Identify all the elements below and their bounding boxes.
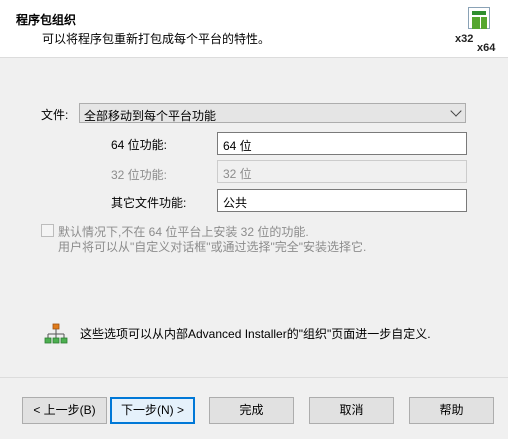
logo-x64-label: x64: [477, 42, 496, 54]
footer-divider: [0, 377, 508, 378]
other-files-value: 公共: [223, 196, 248, 210]
wizard-header: 程序包组织 可以将程序包重新打包成每个平台的特性。 x32 x64: [0, 0, 508, 58]
f64-feature-value: 64 位: [223, 139, 252, 153]
finish-button[interactable]: 完成: [209, 397, 294, 424]
chevron-down-icon: [450, 105, 462, 117]
other-files-input[interactable]: 公共: [217, 189, 467, 212]
help-button[interactable]: 帮助: [409, 397, 494, 424]
file-select-value: 全部移动到每个平台功能: [84, 109, 217, 123]
info-text: 这些选项可以从内部Advanced Installer的"组织"页面进一步自定义…: [80, 327, 431, 341]
f32-label: 32 位功能:: [111, 168, 168, 182]
cancel-button[interactable]: 取消: [309, 397, 394, 424]
platform-logo: x32 x64: [455, 7, 501, 57]
file-label: 文件:: [41, 108, 69, 122]
back-button[interactable]: < 上一步(B): [22, 397, 107, 424]
f64-feature-input[interactable]: 64 位: [217, 132, 467, 155]
checkbox-label-line2: 用户将可以从"自定义对话框"或通过选择"完全"安装选择它.: [58, 240, 367, 254]
other-files-label: 其它文件功能:: [111, 196, 187, 210]
logo-x32-label: x32: [455, 33, 474, 45]
feature-tree-icon: [44, 323, 68, 344]
f32-feature-value: 32 位: [223, 167, 252, 181]
f32-feature-input: 32 位: [217, 160, 467, 183]
page-title: 程序包组织: [16, 13, 77, 27]
page-subtitle: 可以将程序包重新打包成每个平台的特性。: [42, 32, 271, 46]
package-icon: [468, 7, 490, 29]
file-select[interactable]: 全部移动到每个平台功能: [79, 103, 466, 123]
install-32-on-64-checkbox: [41, 224, 54, 237]
f64-label: 64 位功能:: [111, 138, 168, 152]
next-button[interactable]: 下一步(N) >: [110, 397, 195, 424]
